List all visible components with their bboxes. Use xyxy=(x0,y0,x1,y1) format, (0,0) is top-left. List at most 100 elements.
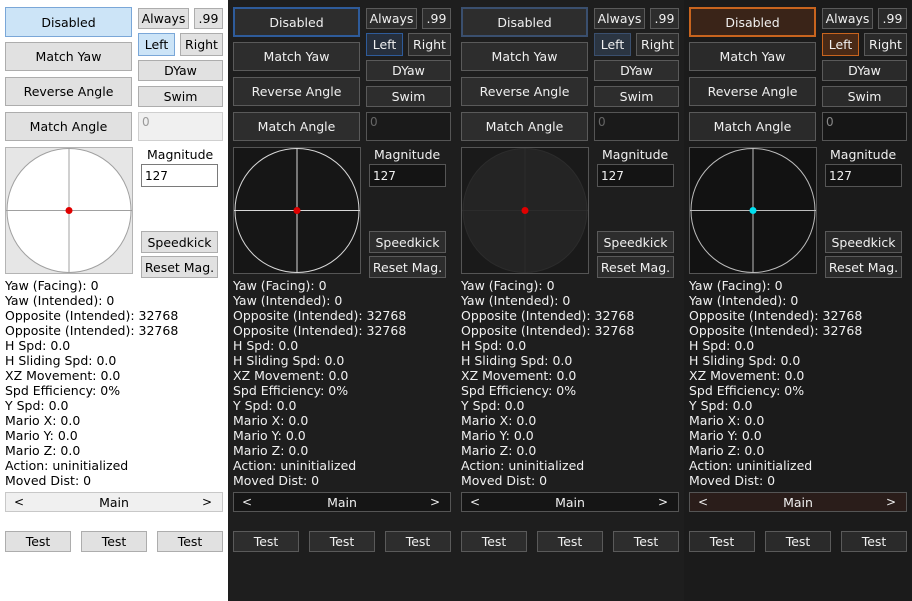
test-button-2[interactable]: Test xyxy=(537,531,603,552)
reset-mag-button[interactable]: Reset Mag. xyxy=(825,256,902,278)
test-button-1[interactable]: Test xyxy=(689,531,755,552)
magnitude-input[interactable]: 127 xyxy=(141,164,218,187)
disabled-button[interactable]: Disabled xyxy=(233,7,360,37)
dyaw-button[interactable]: DYaw xyxy=(366,60,451,81)
scroll-right-arrow[interactable]: > xyxy=(658,493,668,511)
disabled-button[interactable]: Disabled xyxy=(689,7,816,37)
tab-main[interactable]: Main xyxy=(690,493,906,511)
dyaw-button[interactable]: DYaw xyxy=(138,60,223,81)
right-button[interactable]: Right xyxy=(636,33,679,56)
stat-mario-y: Mario Y: 0.0 xyxy=(689,428,762,443)
left-button[interactable]: Left xyxy=(366,33,403,56)
always-button[interactable]: Always xyxy=(366,8,417,29)
scroll-left-arrow[interactable]: < xyxy=(242,493,252,511)
reset-mag-button[interactable]: Reset Mag. xyxy=(369,256,446,278)
test-button-3[interactable]: Test xyxy=(157,531,223,552)
tab-main[interactable]: Main xyxy=(6,493,222,511)
test-button-2[interactable]: Test xyxy=(309,531,375,552)
always-button[interactable]: Always xyxy=(594,8,645,29)
stat-xz-movement: XZ Movement: 0.0 xyxy=(689,368,805,383)
tab-scroller[interactable]: Main < > xyxy=(461,492,679,512)
ninety-nine-button[interactable]: .99 xyxy=(878,8,907,29)
scroll-right-arrow[interactable]: > xyxy=(202,493,212,511)
tab-scroller[interactable]: Main < > xyxy=(689,492,907,512)
stat-opposite-intended: Opposite (Intended): 32768 xyxy=(5,308,179,323)
left-button[interactable]: Left xyxy=(822,33,859,56)
reset-mag-button[interactable]: Reset Mag. xyxy=(597,256,674,278)
right-button[interactable]: Right xyxy=(180,33,223,56)
always-button[interactable]: Always xyxy=(822,8,873,29)
swim-button[interactable]: Swim xyxy=(366,86,451,107)
reverse-angle-button[interactable]: Reverse Angle xyxy=(233,77,360,106)
magnitude-input[interactable]: 127 xyxy=(825,164,902,187)
stat-mario-y: Mario Y: 0.0 xyxy=(461,428,534,443)
angle-input[interactable]: 0 xyxy=(822,112,907,141)
speedkick-button[interactable]: Speedkick xyxy=(369,231,446,253)
match-angle-button[interactable]: Match Angle xyxy=(233,112,360,141)
magnitude-input[interactable]: 127 xyxy=(597,164,674,187)
scroll-left-arrow[interactable]: < xyxy=(14,493,24,511)
stat-opposite-intended: Opposite (Intended): 32768 xyxy=(233,308,407,323)
test-button-3[interactable]: Test xyxy=(613,531,679,552)
speedkick-button[interactable]: Speedkick xyxy=(141,231,218,253)
reverse-angle-button[interactable]: Reverse Angle xyxy=(5,77,132,106)
left-button[interactable]: Left xyxy=(138,33,175,56)
stat-opposite-intended-2: Opposite (Intended): 32768 xyxy=(233,323,407,338)
test-button-1[interactable]: Test xyxy=(461,531,527,552)
ninety-nine-button[interactable]: .99 xyxy=(194,8,223,29)
right-button[interactable]: Right xyxy=(408,33,451,56)
match-angle-button[interactable]: Match Angle xyxy=(689,112,816,141)
stats-list: Yaw (Facing): 0 Yaw (Intended): 0 Opposi… xyxy=(689,278,862,488)
stat-yaw-facing: Yaw (Facing): 0 xyxy=(689,278,783,293)
test-button-3[interactable]: Test xyxy=(385,531,451,552)
panel-dark-blue: Disabled Always .99 Left Right Match Yaw… xyxy=(228,0,456,601)
test-button-2[interactable]: Test xyxy=(765,531,831,552)
joystick-control[interactable] xyxy=(5,147,133,274)
reset-mag-button[interactable]: Reset Mag. xyxy=(141,256,218,278)
disabled-button[interactable]: Disabled xyxy=(5,7,132,37)
match-yaw-button[interactable]: Match Yaw xyxy=(461,42,588,71)
match-angle-button[interactable]: Match Angle xyxy=(5,112,132,141)
joystick-control[interactable] xyxy=(233,147,361,274)
test-button-2[interactable]: Test xyxy=(81,531,147,552)
scroll-right-arrow[interactable]: > xyxy=(430,493,440,511)
dyaw-button[interactable]: DYaw xyxy=(594,60,679,81)
speedkick-button[interactable]: Speedkick xyxy=(597,231,674,253)
magnitude-input[interactable]: 127 xyxy=(369,164,446,187)
scroll-left-arrow[interactable]: < xyxy=(470,493,480,511)
match-yaw-button[interactable]: Match Yaw xyxy=(689,42,816,71)
angle-input[interactable]: 0 xyxy=(138,112,223,141)
angle-input[interactable]: 0 xyxy=(366,112,451,141)
stat-mario-x: Mario X: 0.0 xyxy=(233,413,309,428)
reverse-angle-button[interactable]: Reverse Angle xyxy=(689,77,816,106)
left-button[interactable]: Left xyxy=(594,33,631,56)
tab-main[interactable]: Main xyxy=(462,493,678,511)
disabled-button[interactable]: Disabled xyxy=(461,7,588,37)
angle-input[interactable]: 0 xyxy=(594,112,679,141)
match-yaw-button[interactable]: Match Yaw xyxy=(233,42,360,71)
stat-yaw-facing: Yaw (Facing): 0 xyxy=(461,278,555,293)
dyaw-button[interactable]: DYaw xyxy=(822,60,907,81)
reverse-angle-button[interactable]: Reverse Angle xyxy=(461,77,588,106)
tab-scroller[interactable]: Main < > xyxy=(5,492,223,512)
match-yaw-button[interactable]: Match Yaw xyxy=(5,42,132,71)
speedkick-button[interactable]: Speedkick xyxy=(825,231,902,253)
test-button-1[interactable]: Test xyxy=(5,531,71,552)
ninety-nine-button[interactable]: .99 xyxy=(650,8,679,29)
scroll-left-arrow[interactable]: < xyxy=(698,493,708,511)
test-button-1[interactable]: Test xyxy=(233,531,299,552)
ninety-nine-button[interactable]: .99 xyxy=(422,8,451,29)
tab-scroller[interactable]: Main < > xyxy=(233,492,451,512)
stat-yaw-intended: Yaw (Intended): 0 xyxy=(5,293,115,308)
joystick-control[interactable] xyxy=(461,147,589,274)
swim-button[interactable]: Swim xyxy=(594,86,679,107)
test-button-3[interactable]: Test xyxy=(841,531,907,552)
match-angle-button[interactable]: Match Angle xyxy=(461,112,588,141)
swim-button[interactable]: Swim xyxy=(822,86,907,107)
always-button[interactable]: Always xyxy=(138,8,189,29)
tab-main[interactable]: Main xyxy=(234,493,450,511)
joystick-control[interactable] xyxy=(689,147,817,274)
swim-button[interactable]: Swim xyxy=(138,86,223,107)
scroll-right-arrow[interactable]: > xyxy=(886,493,896,511)
right-button[interactable]: Right xyxy=(864,33,907,56)
